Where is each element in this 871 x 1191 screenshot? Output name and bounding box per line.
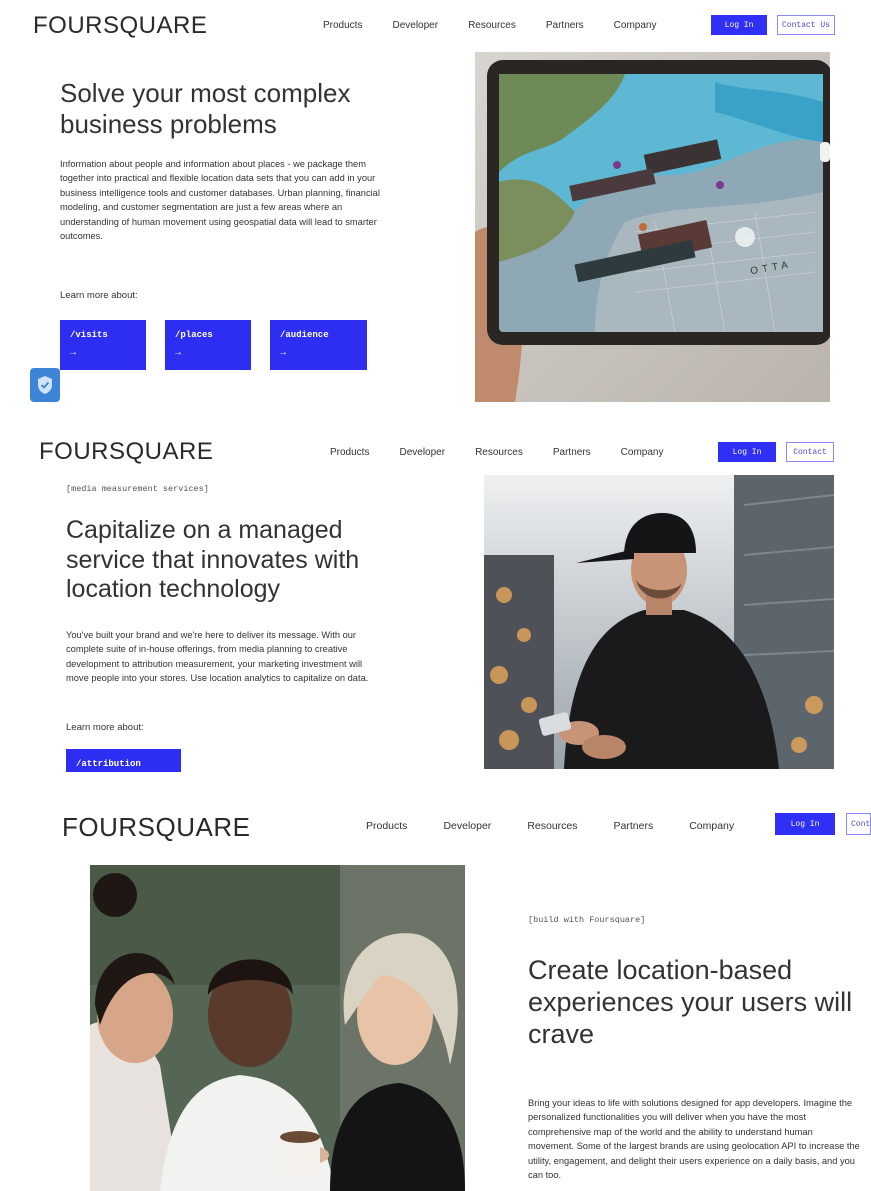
tablet-map-photo: OTTA — [475, 52, 830, 402]
nav-partners[interactable]: Partners — [553, 447, 591, 458]
learn-more-label: Learn more about: — [60, 290, 138, 301]
section-tag: [media measurement services] — [66, 484, 209, 494]
places-button[interactable]: /places → — [165, 320, 251, 370]
group-friends-photo — [90, 865, 465, 1191]
shield-icon[interactable] — [30, 368, 60, 402]
nav-partners[interactable]: Partners — [614, 820, 654, 832]
site-header: FOURSQUARE Products Developer Resources … — [0, 790, 871, 842]
login-button[interactable]: Log In — [711, 15, 767, 35]
nav-products[interactable]: Products — [323, 20, 362, 31]
page-title: Solve your most complex business problem… — [60, 78, 351, 139]
section-title: Capitalize on a managed service that inn… — [66, 516, 360, 603]
section-build-with-foursquare: FOURSQUARE Products Developer Resources … — [0, 790, 871, 1191]
foursquare-logo[interactable]: FOURSQUARE — [39, 438, 213, 466]
login-button[interactable]: Log In — [718, 442, 776, 462]
section-solve-business-problems: FOURSQUARE Products Developer Resources … — [0, 0, 871, 405]
nav-resources[interactable]: Resources — [527, 820, 577, 832]
nav-partners[interactable]: Partners — [546, 20, 584, 31]
site-header: FOURSQUARE Products Developer Resources … — [0, 0, 871, 44]
contact-button[interactable]: Contact — [786, 442, 834, 462]
section-media-measurement: FOURSQUARE Products Developer Resources … — [0, 420, 871, 772]
section-paragraph: You've built your brand and we're here t… — [66, 630, 369, 684]
arrow-right-icon: → — [70, 348, 77, 359]
contact-us-button[interactable]: Contact Us — [777, 15, 835, 35]
man-with-phone-photo — [484, 475, 834, 769]
section-tag: [build with Foursquare] — [528, 915, 646, 925]
nav-products[interactable]: Products — [330, 447, 369, 458]
nav-company[interactable]: Company — [614, 20, 657, 31]
section-paragraph: Bring your ideas to life with solutions … — [528, 1098, 860, 1181]
nav-company[interactable]: Company — [621, 447, 664, 458]
nav-products[interactable]: Products — [366, 820, 407, 832]
nav-developer[interactable]: Developer — [443, 820, 491, 832]
intro-paragraph: Information about people and information… — [60, 159, 380, 242]
learn-more-label: Learn more about: — [66, 722, 144, 733]
foursquare-logo[interactable]: FOURSQUARE — [62, 812, 250, 843]
nav-company[interactable]: Company — [689, 820, 734, 832]
main-nav: Products Developer Resources Partners Co… — [323, 20, 686, 31]
attribution-button[interactable]: /attribution — [66, 749, 181, 772]
login-button[interactable]: Log In — [775, 813, 835, 835]
foursquare-logo[interactable]: FOURSQUARE — [33, 12, 207, 40]
arrow-right-icon: → — [280, 348, 287, 359]
site-header: FOURSQUARE Products Developer Resources … — [0, 420, 871, 466]
arrow-right-icon: → — [175, 348, 182, 359]
nav-resources[interactable]: Resources — [475, 447, 523, 458]
audience-button[interactable]: /audience → — [270, 320, 367, 370]
nav-developer[interactable]: Developer — [392, 20, 438, 31]
main-nav: Products Developer Resources Partners Co… — [366, 820, 764, 832]
contact-button[interactable]: Cont — [846, 813, 871, 835]
visits-button[interactable]: /visits → — [60, 320, 146, 370]
nav-developer[interactable]: Developer — [399, 447, 445, 458]
main-nav: Products Developer Resources Partners Co… — [330, 447, 693, 458]
nav-resources[interactable]: Resources — [468, 20, 516, 31]
section-title: Create location-based experiences your u… — [528, 955, 853, 1049]
